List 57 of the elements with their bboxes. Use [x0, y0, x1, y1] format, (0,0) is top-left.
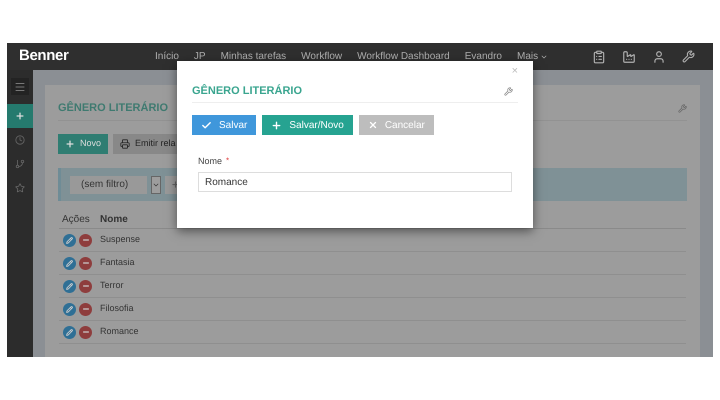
nav-link[interactable]: Evandro [464, 49, 502, 64]
plus-icon [271, 120, 282, 130]
factory-icon[interactable] [622, 50, 636, 64]
column-header: Nome [100, 213, 128, 227]
pencil-icon [66, 306, 73, 312]
edit-button[interactable] [63, 256, 76, 270]
plus-icon [65, 139, 75, 149]
delete-button[interactable] [79, 234, 92, 246]
delete-button[interactable] [79, 326, 92, 338]
pencil-icon [66, 282, 73, 290]
name-input-field[interactable]: Romance [198, 172, 512, 192]
delete-button[interactable] [79, 280, 92, 292]
table-cell-text: Suspense [100, 233, 140, 246]
close-icon [368, 120, 378, 130]
edit-button[interactable] [63, 326, 76, 338]
pencil-icon [66, 328, 73, 336]
settings-icon[interactable] [682, 50, 695, 63]
dropdown-button[interactable] [151, 176, 161, 194]
nav-link[interactable]: Mais [517, 49, 548, 64]
filter-select[interactable]: (sem filtro) [70, 176, 147, 194]
save-button[interactable]: Salvar [192, 115, 256, 135]
pencil-icon [66, 260, 73, 266]
settings-icon[interactable] [504, 86, 513, 96]
nav-link[interactable]: JP [194, 49, 206, 64]
user-icon[interactable] [652, 50, 666, 64]
nav-link[interactable]: Início [155, 49, 179, 64]
logo: Benner [19, 46, 70, 66]
required-mark: * [226, 155, 230, 167]
printer-icon [120, 139, 130, 149]
edit-button[interactable] [63, 280, 76, 292]
delete-button[interactable] [79, 302, 92, 316]
branch-icon [15, 159, 25, 169]
clipboard-icon[interactable] [592, 50, 606, 64]
sidebar-item[interactable] [7, 104, 33, 128]
pencil-icon [66, 236, 73, 244]
column-header: Ações [61, 213, 91, 227]
field-label: Nome [198, 155, 222, 168]
edit-button[interactable] [63, 234, 76, 246]
menu-icon [14, 80, 26, 92]
plus-icon [15, 111, 25, 121]
delete-button[interactable] [79, 256, 92, 270]
nav-link[interactable]: Minhas tarefas [220, 49, 286, 64]
new-button[interactable]: Novo [58, 134, 108, 154]
star-icon [15, 183, 25, 193]
menu-button[interactable] [11, 78, 29, 95]
page-title: GÊNERO LITERÁRIO [58, 100, 168, 116]
nav-link[interactable]: Workflow Dashboard [357, 49, 450, 64]
table-cell-text: Filosofia [100, 302, 134, 316]
table-cell-text: Terror [100, 279, 124, 292]
check-icon [201, 120, 212, 130]
clock-icon [15, 135, 25, 145]
edit-button[interactable] [63, 302, 76, 316]
table-cell-text: Romance [100, 325, 139, 338]
table-cell-text: Fantasia [100, 256, 135, 270]
nav-link[interactable]: Workflow [301, 49, 342, 64]
save-new-button[interactable]: Salvar/Novo [262, 115, 353, 135]
dialog-title: GÊNERO LITERÁRIO [192, 83, 302, 99]
